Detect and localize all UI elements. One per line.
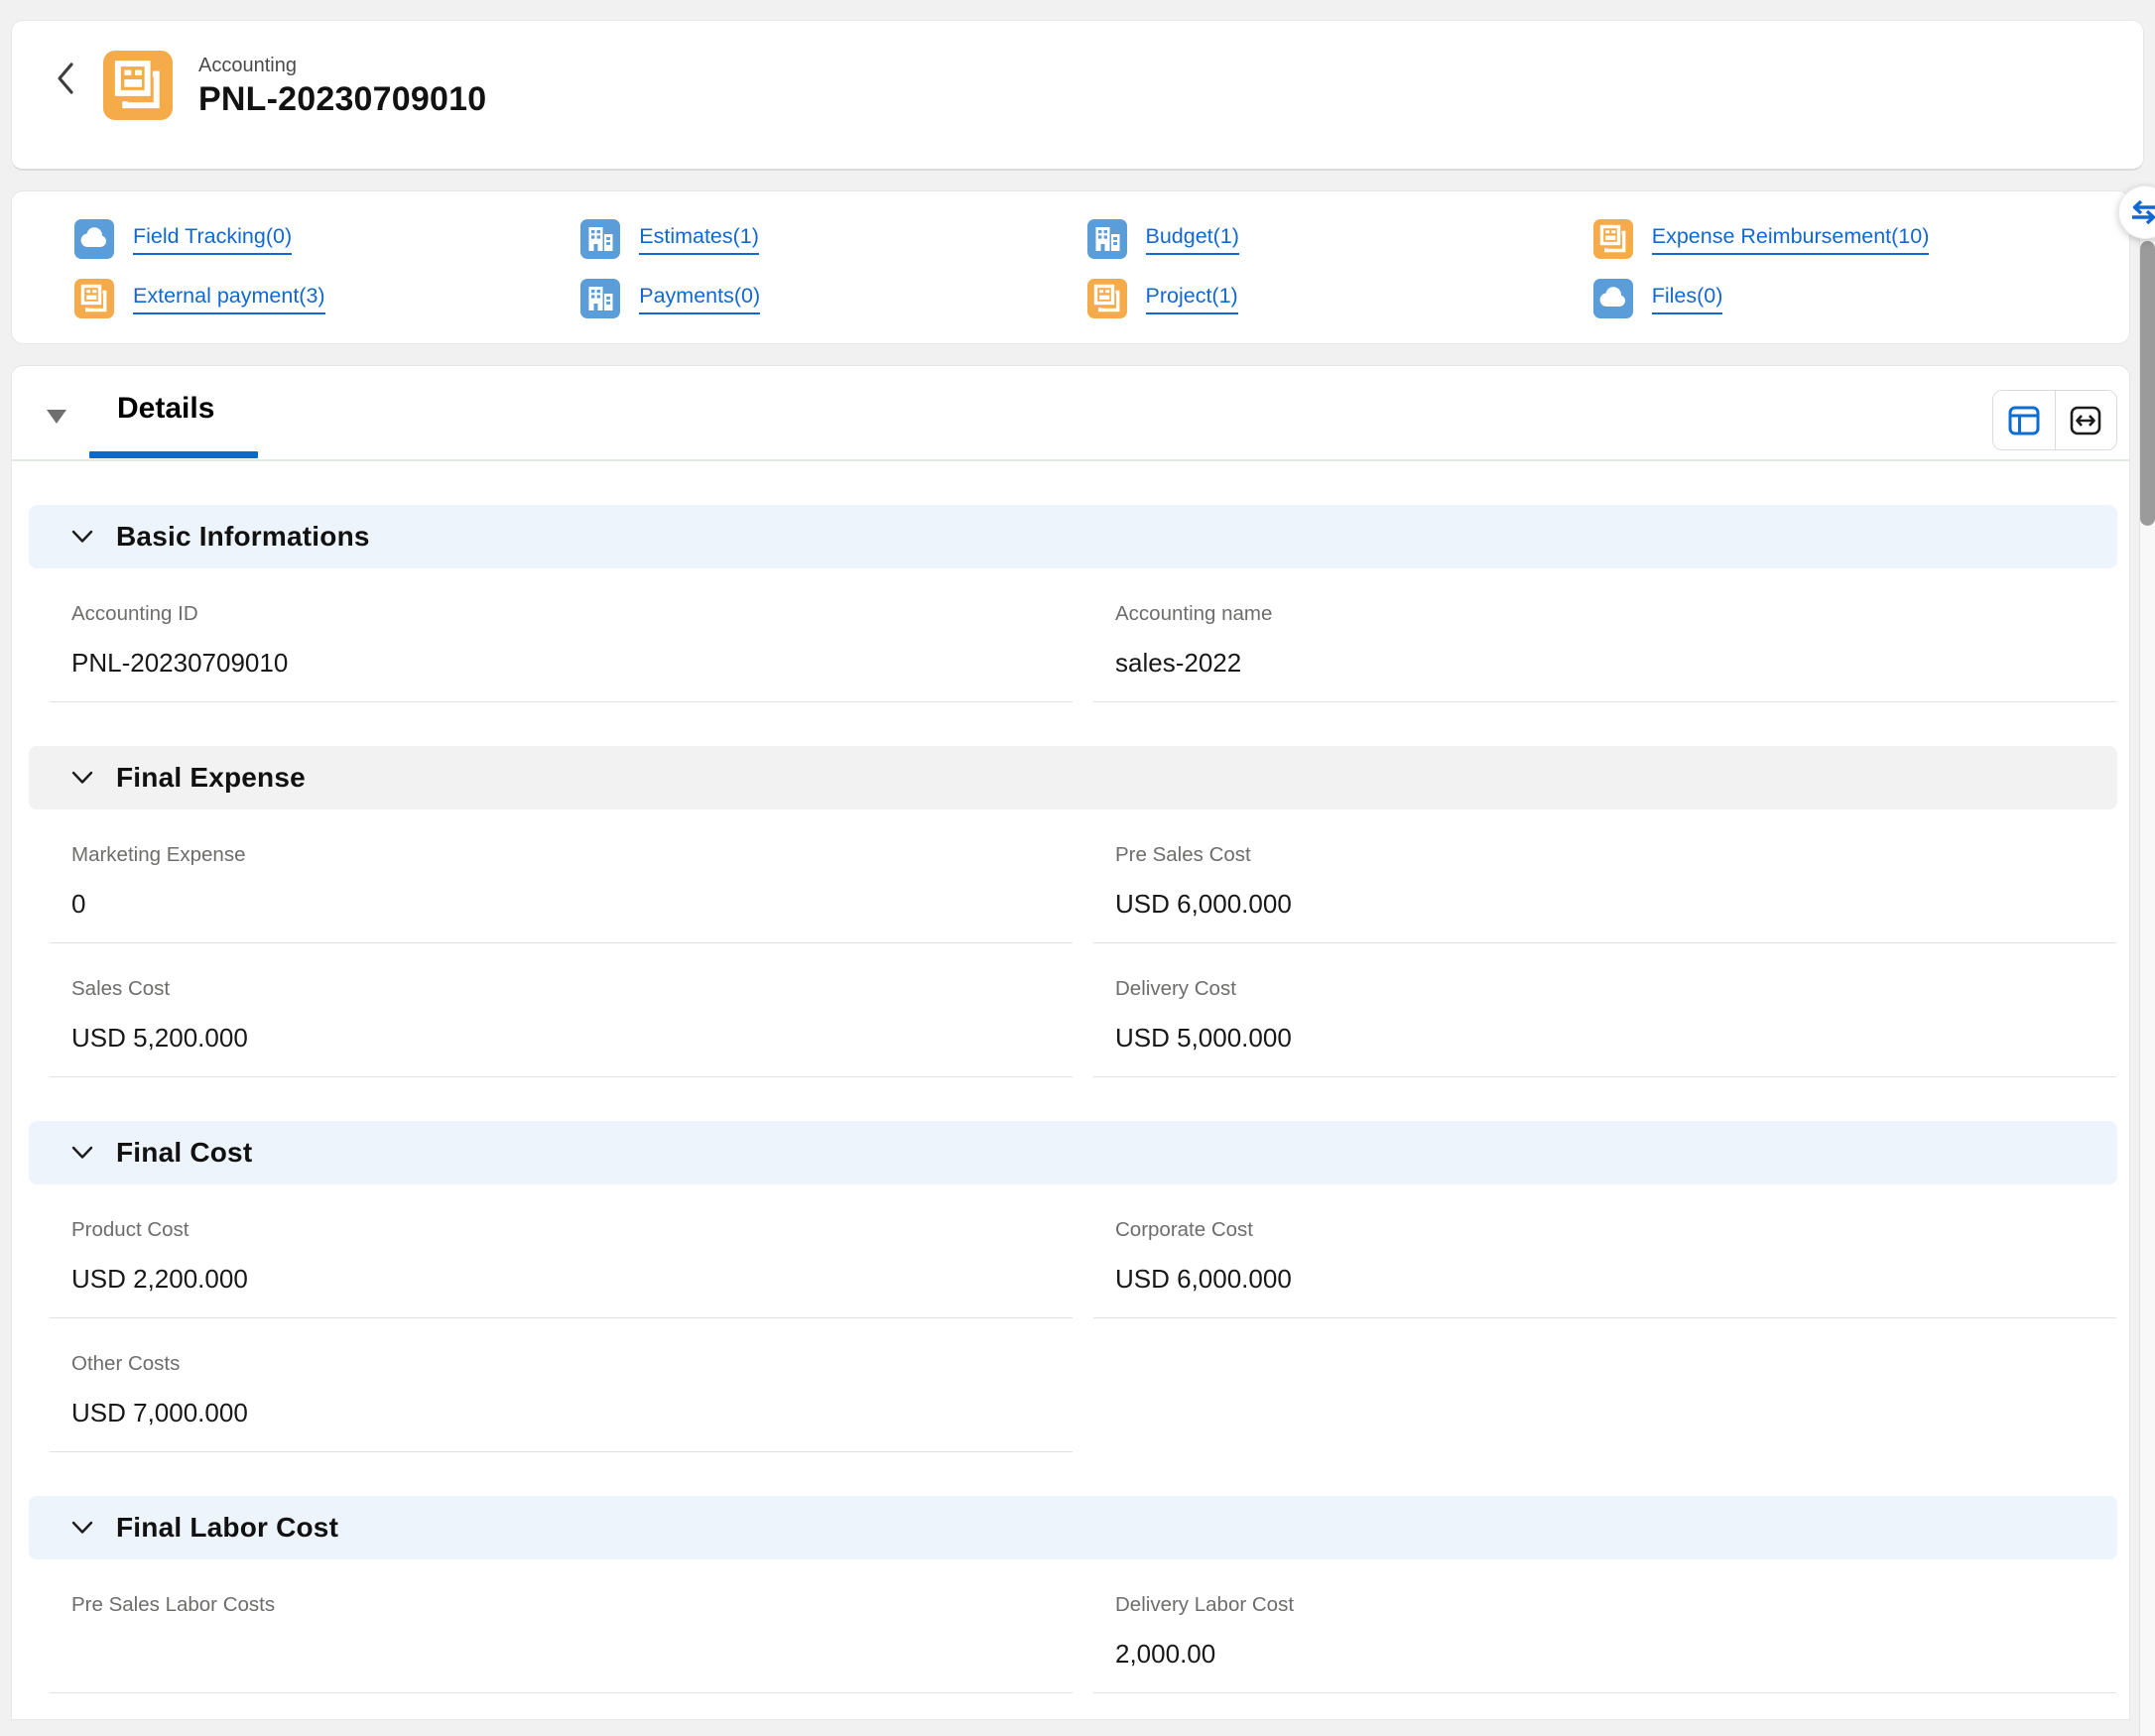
files-link[interactable]: Files(0) bbox=[1652, 284, 1723, 314]
page-title: PNL-20230709010 bbox=[198, 78, 486, 120]
estimates-link[interactable]: Estimates(1) bbox=[639, 224, 759, 255]
related-link-files: Files(0) bbox=[1593, 279, 2099, 318]
field-label: Other Costs bbox=[50, 1352, 1073, 1376]
chevron-down-icon bbox=[70, 1145, 94, 1161]
field-label: Delivery Labor Cost bbox=[1093, 1593, 2116, 1617]
section-header-final-cost[interactable]: Final Cost bbox=[29, 1121, 2117, 1184]
vertical-scrollbar-track[interactable] bbox=[2139, 188, 2155, 1736]
document-icon bbox=[1087, 279, 1127, 318]
section-final-labor-cost: Final Labor Cost Pre Sales Labor Costs D… bbox=[29, 1496, 2117, 1693]
record-header-card: Accounting PNL-20230709010 bbox=[11, 20, 2144, 171]
section-title: Final Cost bbox=[116, 1137, 252, 1169]
expense-reimbursement-link[interactable]: Expense Reimbursement(10) bbox=[1652, 224, 1930, 255]
field-value: 2,000.00 bbox=[1093, 1639, 2116, 1669]
field-value: USD 5,000.000 bbox=[1093, 1023, 2116, 1053]
field-product-cost: Product Cost USD 2,200.000 bbox=[50, 1184, 1073, 1318]
field-label: Accounting name bbox=[1093, 602, 2116, 626]
vertical-scrollbar-thumb[interactable] bbox=[2140, 241, 2155, 526]
section-title: Basic Informations bbox=[116, 521, 370, 553]
section-title: Final Expense bbox=[116, 762, 306, 794]
field-value bbox=[50, 1639, 1073, 1669]
details-card: Details bbox=[11, 365, 2130, 1720]
field-tracking-link[interactable]: Field Tracking(0) bbox=[133, 224, 292, 255]
section-header-final-expense[interactable]: Final Expense bbox=[29, 746, 2117, 809]
chevron-down-icon bbox=[70, 1520, 94, 1536]
section-title: Final Labor Cost bbox=[116, 1512, 338, 1544]
field-delivery-cost: Delivery Cost USD 5,000.000 bbox=[1093, 943, 2116, 1077]
field-label: Delivery Cost bbox=[1093, 977, 2116, 1001]
layout-icon bbox=[2004, 401, 2044, 440]
field-label: Pre Sales Cost bbox=[1093, 843, 2116, 867]
field-value: USD 2,200.000 bbox=[50, 1264, 1073, 1294]
record-type-label: Accounting bbox=[198, 53, 486, 78]
field-empty-cell bbox=[1093, 1318, 2116, 1452]
related-links-card: Field Tracking(0) Estimates(1) Budget(1)… bbox=[11, 190, 2130, 344]
related-link-project: Project(1) bbox=[1087, 279, 1593, 318]
field-other-costs: Other Costs USD 7,000.000 bbox=[50, 1318, 1073, 1452]
budget-link[interactable]: Budget(1) bbox=[1146, 224, 1239, 255]
field-value: 0 bbox=[50, 889, 1073, 919]
related-link-external-payment: External payment(3) bbox=[74, 279, 580, 318]
view-toggle-group bbox=[1992, 390, 2117, 450]
horizontal-arrows-icon bbox=[2066, 401, 2105, 440]
chevron-left-icon bbox=[55, 61, 76, 96]
field-label: Sales Cost bbox=[50, 977, 1073, 1001]
field-value: USD 7,000.000 bbox=[50, 1398, 1073, 1427]
field-accounting-id: Accounting ID PNL-20230709010 bbox=[50, 568, 1073, 702]
tab-details[interactable]: Details bbox=[117, 392, 214, 426]
project-link[interactable]: Project(1) bbox=[1146, 284, 1238, 314]
field-value: PNL-20230709010 bbox=[50, 648, 1073, 678]
section-header-final-labor-cost[interactable]: Final Labor Cost bbox=[29, 1496, 2117, 1559]
field-value: sales-2022 bbox=[1093, 648, 2116, 678]
field-pre-sales-cost: Pre Sales Cost USD 6,000.000 bbox=[1093, 809, 2116, 943]
field-label: Corporate Cost bbox=[1093, 1218, 2116, 1242]
layout-view-button[interactable] bbox=[1993, 391, 2055, 449]
field-accounting-name: Accounting name sales-2022 bbox=[1093, 568, 2116, 702]
building-icon bbox=[580, 219, 620, 259]
section-basic-informations: Basic Informations Accounting ID PNL-202… bbox=[29, 505, 2117, 702]
field-value: USD 5,200.000 bbox=[50, 1023, 1073, 1053]
payments-link[interactable]: Payments(0) bbox=[639, 284, 760, 314]
field-value: USD 6,000.000 bbox=[1093, 889, 2116, 919]
related-link-payments: Payments(0) bbox=[580, 279, 1086, 318]
document-icon bbox=[74, 279, 114, 318]
field-label: Marketing Expense bbox=[50, 843, 1073, 867]
swap-arrows-icon bbox=[2128, 196, 2155, 228]
active-tab-indicator bbox=[89, 451, 258, 458]
details-tab-bar: Details bbox=[12, 366, 2129, 461]
accounting-record-icon bbox=[103, 51, 173, 120]
chevron-down-icon bbox=[70, 529, 94, 545]
field-corporate-cost: Corporate Cost USD 6,000.000 bbox=[1093, 1184, 2116, 1318]
building-icon bbox=[1087, 219, 1127, 259]
field-label: Pre Sales Labor Costs bbox=[50, 1593, 1073, 1617]
external-payment-link[interactable]: External payment(3) bbox=[133, 284, 325, 314]
document-icon bbox=[1593, 219, 1633, 259]
related-link-estimates: Estimates(1) bbox=[580, 219, 1086, 259]
toggle-width-button[interactable] bbox=[2055, 391, 2117, 449]
related-link-budget: Budget(1) bbox=[1087, 219, 1593, 259]
section-final-cost: Final Cost Product Cost USD 2,200.000 Co… bbox=[29, 1121, 2117, 1452]
field-marketing-expense: Marketing Expense 0 bbox=[50, 809, 1073, 943]
related-link-expense-reimbursement: Expense Reimbursement(10) bbox=[1593, 219, 2099, 259]
cloud-icon bbox=[1593, 279, 1633, 318]
accounting-record-page: { "header": { "record_type": "Accounting… bbox=[0, 0, 2155, 1736]
back-button[interactable] bbox=[46, 51, 85, 106]
field-sales-cost: Sales Cost USD 5,200.000 bbox=[50, 943, 1073, 1077]
field-value: USD 6,000.000 bbox=[1093, 1264, 2116, 1294]
field-delivery-labor-cost: Delivery Labor Cost 2,000.00 bbox=[1093, 1559, 2116, 1693]
field-label: Accounting ID bbox=[50, 602, 1073, 626]
related-link-field-tracking: Field Tracking(0) bbox=[74, 219, 580, 259]
section-header-basic-informations[interactable]: Basic Informations bbox=[29, 505, 2117, 568]
building-icon bbox=[580, 279, 620, 318]
section-final-expense: Final Expense Marketing Expense 0 Pre Sa… bbox=[29, 746, 2117, 1077]
chevron-down-icon bbox=[70, 770, 94, 786]
collapse-caret-icon[interactable] bbox=[47, 410, 66, 424]
field-pre-sales-labor-costs: Pre Sales Labor Costs bbox=[50, 1559, 1073, 1693]
cloud-icon bbox=[74, 219, 114, 259]
field-label: Product Cost bbox=[50, 1218, 1073, 1242]
